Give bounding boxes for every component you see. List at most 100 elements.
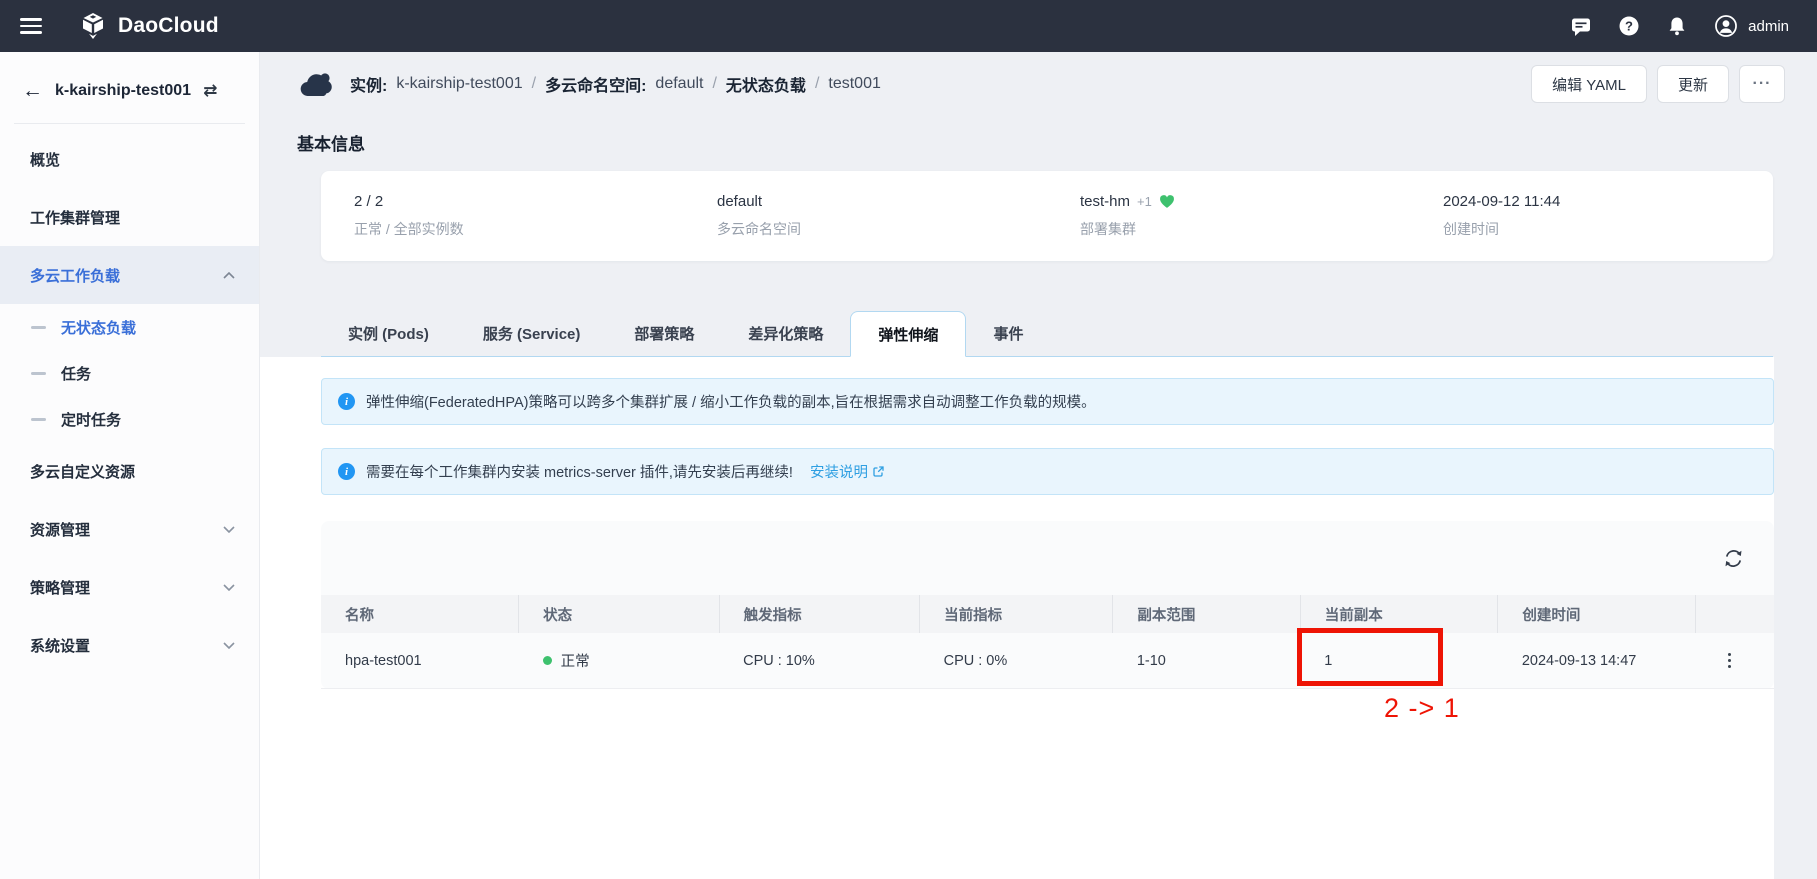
stat-value: 2 / 2 — [354, 193, 684, 210]
tab-elastic-scaling[interactable]: 弹性伸缩 — [850, 311, 966, 357]
sidebar-item-jobs[interactable]: 任务 — [0, 350, 259, 396]
cell-replica-range: 1-10 — [1113, 633, 1300, 689]
topbar-actions: ? admin — [1570, 14, 1789, 38]
sidebar-item-label: 多云工作负载 — [30, 265, 120, 286]
breadcrumb-namespace-label: 多云命名空间: — [545, 72, 646, 96]
app-window: DaoCloud ? — [0, 0, 1817, 879]
annotation-note: 2 -> 1 — [1384, 693, 1460, 724]
breadcrumb-namespace-value: default — [655, 75, 703, 93]
cell-trigger-metric: CPU : 10% — [719, 633, 920, 689]
breadcrumb-instance-value: k-kairship-test001 — [396, 75, 522, 93]
metrics-server-alert: i 需要在每个工作集群内安装 metrics-server 插件,请先安装后再继… — [321, 448, 1774, 495]
hpa-info-alert: i 弹性伸缩(FederatedHPA)策略可以跨多个集群扩展 / 缩小工作负载… — [321, 378, 1774, 425]
cell-actions — [1695, 633, 1774, 689]
breadcrumb-workload-name: test001 — [828, 75, 880, 93]
install-guide-link[interactable]: 安装说明 — [810, 461, 885, 482]
user-menu[interactable]: admin — [1714, 14, 1789, 38]
edit-yaml-button[interactable]: 编辑 YAML — [1531, 65, 1647, 103]
breadcrumb-workload-type: 无状态负载 — [726, 72, 806, 96]
username: admin — [1748, 18, 1789, 35]
stat-label: 部署集群 — [1080, 219, 1410, 239]
sidebar-item-overview[interactable]: 概览 — [0, 130, 259, 188]
breadcrumb-separator: / — [532, 75, 536, 93]
main-content: 实例: k-kairship-test001 / 多云命名空间: default… — [260, 52, 1817, 879]
back-arrow-icon[interactable]: ← — [22, 80, 43, 101]
stat-value: test-hm — [1080, 193, 1130, 210]
notification-bell-icon[interactable] — [1666, 15, 1688, 37]
cluster-selector: ← k-kairship-test001 ⇄ — [0, 52, 259, 123]
col-current-replicas: 当前副本 — [1300, 595, 1498, 633]
sidebar-item-stateless-workloads[interactable]: 无状态负载 — [0, 304, 259, 350]
sidebar-item-label: 多云自定义资源 — [30, 461, 135, 482]
tab-deploy-policy[interactable]: 部署策略 — [607, 311, 721, 356]
refresh-icon[interactable] — [1722, 547, 1744, 569]
basic-info-card: 2 / 2 正常 / 全部实例数 default 多云命名空间 test-hm … — [321, 171, 1773, 261]
dash-icon — [31, 326, 46, 329]
stat-instances: 2 / 2 正常 / 全部实例数 — [321, 193, 684, 239]
help-icon[interactable]: ? — [1618, 15, 1640, 37]
table-row: hpa-test001 正常 CPU : 10% CPU : 0% — [321, 633, 1774, 689]
col-status: 状态 — [519, 595, 720, 633]
dash-icon — [31, 418, 46, 421]
chat-icon[interactable] — [1570, 15, 1592, 37]
link-label: 安装说明 — [810, 461, 868, 482]
sidebar-item-custom-resources[interactable]: 多云自定义资源 — [0, 442, 259, 500]
hpa-table: 名称 状态 触发指标 当前指标 副本范围 当前副本 创建时间 — [321, 595, 1774, 689]
sidebar-item-multicloud-workloads[interactable]: 多云工作负载 — [0, 246, 259, 304]
cloud-icon — [298, 71, 335, 98]
chevron-up-icon — [223, 272, 235, 279]
header-actions: 编辑 YAML 更新 ··· — [1531, 65, 1785, 103]
cell-name: hpa-test001 — [321, 633, 519, 689]
tab-service[interactable]: 服务 (Service) — [456, 311, 608, 356]
sidebar-item-label: 策略管理 — [30, 577, 90, 598]
topbar: DaoCloud ? — [0, 0, 1817, 52]
basic-info-title: 基本信息 — [297, 130, 1817, 155]
health-heart-icon — [1159, 194, 1175, 209]
col-trigger-metric: 触发指标 — [719, 595, 920, 633]
col-created: 创建时间 — [1498, 595, 1696, 633]
stat-created: 2024-09-12 11:44 创建时间 — [1410, 193, 1773, 239]
stat-value: 2024-09-12 11:44 — [1443, 193, 1773, 210]
sidebar-item-policy-mgmt[interactable]: 策略管理 — [0, 558, 259, 616]
col-name: 名称 — [321, 595, 519, 633]
alert-text: 弹性伸缩(FederatedHPA)策略可以跨多个集群扩展 / 缩小工作负载的副… — [366, 391, 1096, 412]
sidebar-item-resource-mgmt[interactable]: 资源管理 — [0, 500, 259, 558]
sidebar-item-cluster-mgmt[interactable]: 工作集群管理 — [0, 188, 259, 246]
sidebar-item-cronjobs[interactable]: 定时任务 — [0, 396, 259, 442]
sidebar-item-label: 定时任务 — [61, 409, 121, 430]
col-current-metric: 当前指标 — [920, 595, 1113, 633]
cell-created: 2024-09-13 14:47 — [1498, 633, 1696, 689]
update-button[interactable]: 更新 — [1657, 65, 1729, 103]
hamburger-menu-icon[interactable] — [20, 18, 44, 34]
sidebar-item-label: 无状态负载 — [61, 317, 136, 338]
avatar-icon — [1714, 14, 1738, 38]
cluster-name: k-kairship-test001 — [55, 82, 191, 100]
alert-text: 需要在每个工作集群内安装 metrics-server 插件,请先安装后再继续! — [366, 461, 793, 482]
sidebar-nav: 概览 工作集群管理 多云工作负载 无状态负载 任务 — [0, 130, 259, 674]
stat-value: default — [717, 193, 1047, 210]
external-link-icon — [872, 465, 885, 478]
tab-pods[interactable]: 实例 (Pods) — [321, 311, 456, 356]
tab-differentiation-policy[interactable]: 差异化策略 — [721, 311, 850, 356]
brand: DaoCloud — [78, 11, 219, 41]
row-kebab-menu-icon[interactable] — [1719, 653, 1739, 669]
chevron-down-icon — [223, 526, 235, 533]
stat-namespace: default 多云命名空间 — [684, 193, 1047, 239]
cluster-count-badge: +1 — [1137, 194, 1152, 209]
sidebar: ← k-kairship-test001 ⇄ 概览 工作集群管理 多云工作负载 — [0, 52, 260, 879]
svg-text:?: ? — [1625, 19, 1633, 34]
table-header-row: 名称 状态 触发指标 当前指标 副本范围 当前副本 创建时间 — [321, 595, 1774, 633]
table-toolbar — [321, 521, 1774, 595]
dash-icon — [31, 372, 46, 375]
tab-content-panel: i 弹性伸缩(FederatedHPA)策略可以跨多个集群扩展 / 缩小工作负载… — [260, 357, 1774, 879]
info-icon: i — [338, 463, 355, 480]
tab-bar: 实例 (Pods) 服务 (Service) 部署策略 差异化策略 弹性伸缩 事… — [321, 311, 1773, 357]
page-header: 实例: k-kairship-test001 / 多云命名空间: default… — [260, 52, 1817, 116]
tab-events[interactable]: 事件 — [966, 311, 1050, 356]
stat-label: 多云命名空间 — [717, 219, 1047, 239]
sidebar-item-system-settings[interactable]: 系统设置 — [0, 616, 259, 674]
sidebar-item-label: 任务 — [61, 363, 91, 384]
switch-cluster-icon[interactable]: ⇄ — [203, 82, 217, 99]
breadcrumb: 实例: k-kairship-test001 / 多云命名空间: default… — [298, 71, 881, 98]
more-actions-button[interactable]: ··· — [1739, 65, 1785, 103]
